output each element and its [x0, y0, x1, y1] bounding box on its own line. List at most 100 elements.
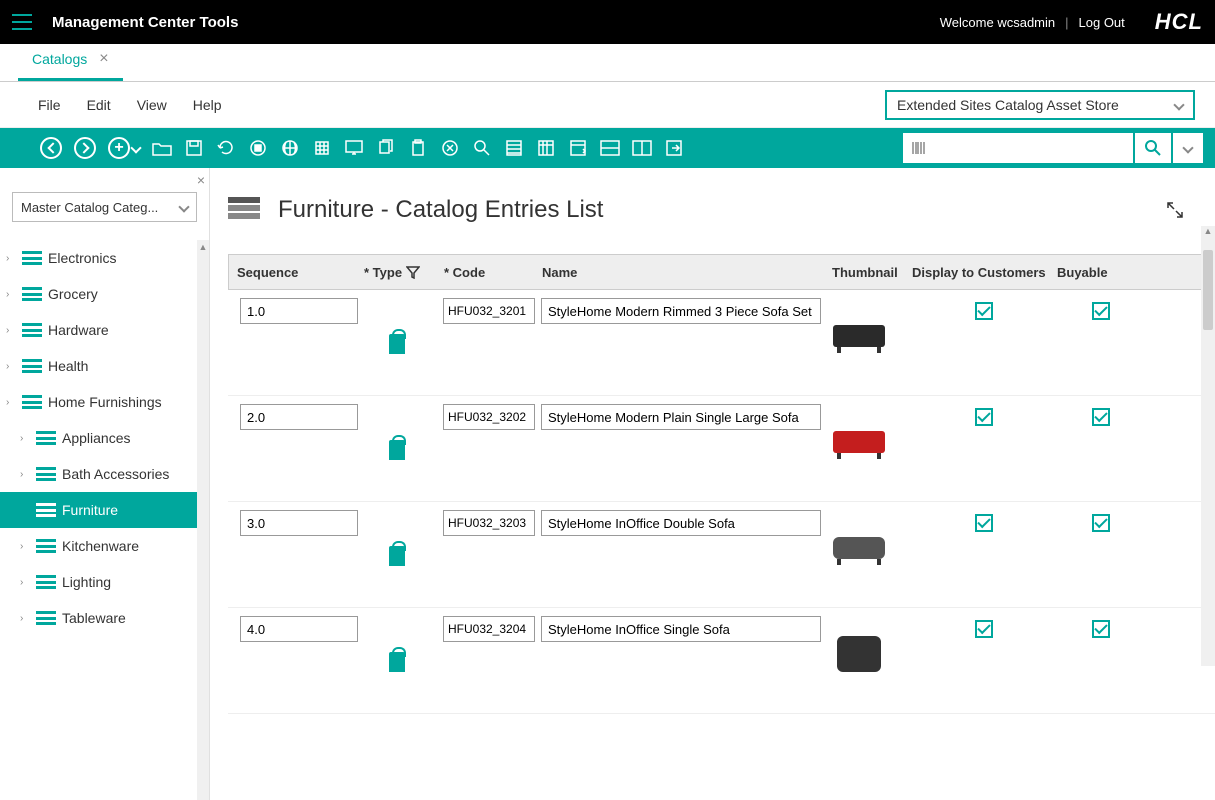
grid-icon[interactable] — [312, 138, 332, 158]
category-icon — [36, 611, 56, 625]
code-input[interactable] — [443, 404, 535, 430]
sequence-input[interactable] — [240, 510, 358, 536]
logout-link[interactable]: Log Out — [1079, 15, 1125, 30]
tree-item-appliances[interactable]: ›Appliances — [0, 420, 209, 456]
name-input[interactable] — [541, 298, 821, 324]
tree-item-grocery[interactable]: ›Grocery — [0, 276, 209, 312]
expand-icon[interactable] — [1165, 200, 1185, 220]
open-icon[interactable] — [152, 138, 172, 158]
preview-icon[interactable] — [344, 138, 364, 158]
category-icon — [22, 287, 42, 301]
search-expand-button[interactable] — [1173, 133, 1203, 163]
code-input[interactable] — [443, 510, 535, 536]
table-row[interactable] — [228, 290, 1215, 396]
tree-item-furniture[interactable]: Furniture — [0, 492, 209, 528]
category-icon — [36, 503, 56, 517]
sidebar-filter-select[interactable]: Master Catalog Categ... — [12, 192, 197, 222]
col-code[interactable]: * Code — [444, 265, 542, 280]
table-row[interactable] — [228, 608, 1215, 714]
back-button[interactable] — [40, 137, 62, 159]
col-name[interactable]: Name — [542, 265, 832, 280]
hamburger-icon[interactable] — [12, 14, 32, 30]
paste-icon[interactable] — [408, 138, 428, 158]
code-input[interactable] — [443, 616, 535, 642]
col-sequence[interactable]: Sequence — [229, 265, 364, 280]
menu-bar: File Edit View Help Extended Sites Catal… — [0, 82, 1215, 128]
buyable-checkbox[interactable] — [1092, 514, 1110, 532]
search-input[interactable] — [927, 141, 1125, 156]
tree-item-kitchenware[interactable]: ›Kitchenware — [0, 528, 209, 564]
main-scrollbar[interactable]: ▲ — [1201, 226, 1215, 666]
sidebar-scrollbar[interactable]: ▲ — [197, 240, 209, 800]
welcome-text: Welcome wcsadmin — [940, 15, 1055, 30]
name-input[interactable] — [541, 510, 821, 536]
forward-button[interactable] — [74, 137, 96, 159]
delete-icon[interactable] — [440, 138, 460, 158]
tab-strip: Catalogs × — [0, 44, 1215, 82]
tree-item-hardware[interactable]: ›Hardware — [0, 312, 209, 348]
table2-icon[interactable] — [536, 138, 556, 158]
name-input[interactable] — [541, 404, 821, 430]
sequence-input[interactable] — [240, 404, 358, 430]
col-thumbnail[interactable]: Thumbnail — [832, 265, 912, 280]
sequence-input[interactable] — [240, 298, 358, 324]
display-checkbox[interactable] — [975, 620, 993, 638]
category-icon — [36, 467, 56, 481]
store-selector[interactable]: Extended Sites Catalog Asset Store — [885, 90, 1195, 120]
stop-icon[interactable] — [248, 138, 268, 158]
table3-icon[interactable] — [568, 138, 588, 158]
barcode-icon — [911, 140, 927, 156]
tree-item-electronics[interactable]: ›Electronics — [0, 240, 209, 276]
col-buyable[interactable]: Buyable — [1057, 265, 1147, 280]
globe-icon[interactable] — [280, 138, 300, 158]
new-dropdown-icon[interactable] — [130, 142, 141, 153]
sidebar-close-icon[interactable]: × — [197, 172, 205, 188]
table-row[interactable] — [228, 396, 1215, 502]
split-v-icon[interactable] — [632, 138, 652, 158]
save-icon[interactable] — [184, 138, 204, 158]
new-button[interactable]: + — [108, 137, 130, 159]
thumbnail-image — [831, 526, 887, 570]
copy-icon[interactable] — [376, 138, 396, 158]
table1-icon[interactable] — [504, 138, 524, 158]
display-checkbox[interactable] — [975, 302, 993, 320]
code-input[interactable] — [443, 298, 535, 324]
split-h-icon[interactable] — [600, 138, 620, 158]
find-icon[interactable] — [472, 138, 492, 158]
tab-close-icon[interactable]: × — [99, 50, 108, 68]
name-input[interactable] — [541, 616, 821, 642]
buyable-checkbox[interactable] — [1092, 620, 1110, 638]
menu-file[interactable]: File — [38, 97, 61, 113]
category-icon — [22, 251, 42, 265]
menu-help[interactable]: Help — [193, 97, 222, 113]
display-checkbox[interactable] — [975, 514, 993, 532]
buyable-checkbox[interactable] — [1092, 408, 1110, 426]
search-input-wrap — [903, 133, 1133, 163]
export-icon[interactable] — [664, 138, 684, 158]
tree-item-bath-accessories[interactable]: ›Bath Accessories — [0, 456, 209, 492]
menu-view[interactable]: View — [137, 97, 167, 113]
tree-item-tableware[interactable]: ›Tableware — [0, 600, 209, 636]
tab-catalogs[interactable]: Catalogs × — [18, 40, 123, 81]
table-row[interactable] — [228, 502, 1215, 608]
tree-item-health[interactable]: ›Health — [0, 348, 209, 384]
app-header: Management Center Tools Welcome wcsadmin… — [0, 0, 1215, 44]
product-icon — [389, 652, 405, 672]
tree-item-home-furnishings[interactable]: ›Home Furnishings — [0, 384, 209, 420]
category-tree: ▲ ›Electronics›Grocery›Hardware›Health›H… — [0, 240, 209, 800]
filter-icon[interactable] — [406, 265, 420, 279]
category-icon — [22, 359, 42, 373]
col-display[interactable]: Display to Customers — [912, 265, 1057, 280]
col-type[interactable]: * Type — [364, 265, 444, 280]
search-button[interactable] — [1135, 133, 1171, 163]
refresh-icon[interactable] — [216, 138, 236, 158]
buyable-checkbox[interactable] — [1092, 302, 1110, 320]
toolbar: + — [0, 128, 1215, 168]
brand-logo: HCL — [1155, 9, 1203, 35]
display-checkbox[interactable] — [975, 408, 993, 426]
sequence-input[interactable] — [240, 616, 358, 642]
category-icon — [22, 323, 42, 337]
menu-edit[interactable]: Edit — [87, 97, 111, 113]
table-header: Sequence * Type * Code Name Thumbnail Di… — [228, 254, 1215, 290]
tree-item-lighting[interactable]: ›Lighting — [0, 564, 209, 600]
